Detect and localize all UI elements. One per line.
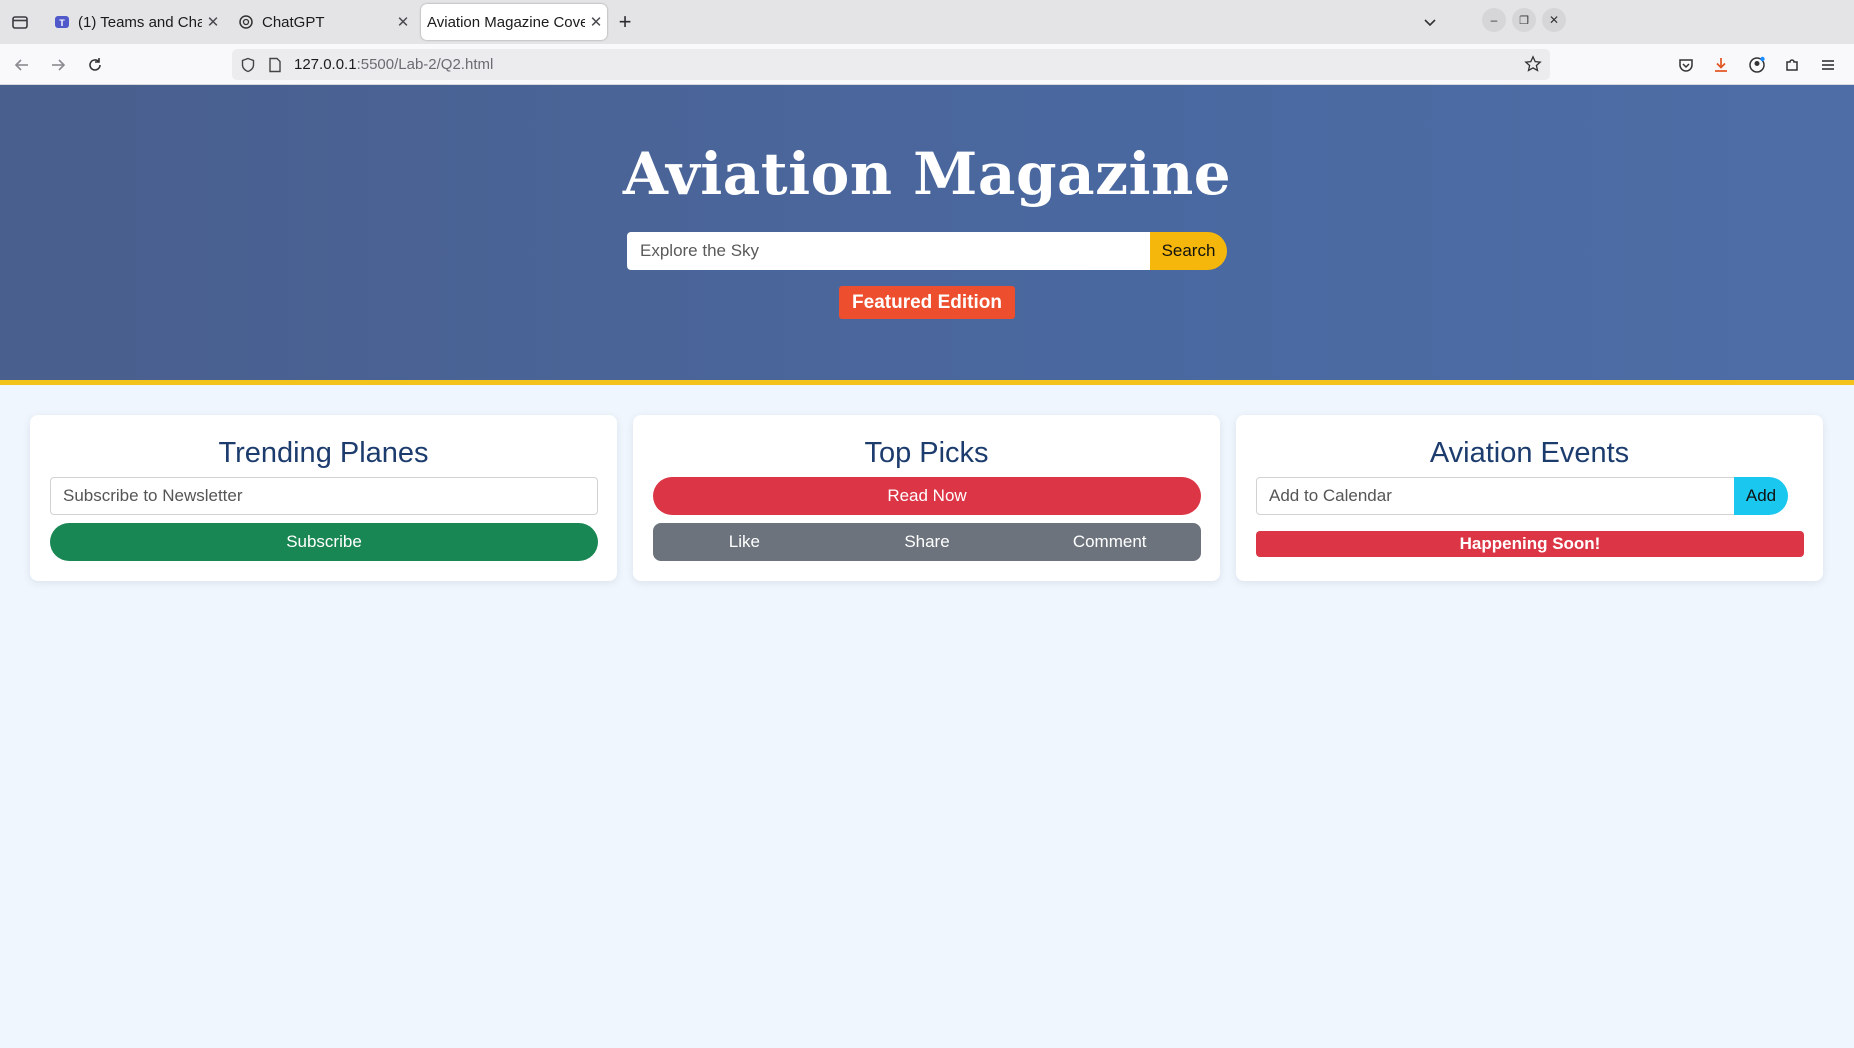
pocket-button[interactable]: [1672, 51, 1700, 79]
account-button[interactable]: [1743, 51, 1771, 79]
restore-window-button[interactable]: ❐: [1512, 8, 1536, 32]
browser-tab-strip: T (1) Teams and Channels | ✕ ChatGPT ✕ A…: [0, 0, 1854, 44]
account-icon: [1749, 56, 1765, 73]
close-tab-icon[interactable]: ✕: [392, 11, 414, 33]
close-icon: ✕: [1548, 13, 1560, 27]
tab-teams[interactable]: T (1) Teams and Channels | ✕: [46, 4, 224, 40]
hamburger-menu-icon: [1822, 60, 1834, 70]
read-now-button[interactable]: Read Now: [653, 477, 1201, 515]
tab-aviation-title: Aviation Magazine Cover: [427, 13, 585, 31]
tab-aviation-magazine[interactable]: Aviation Magazine Cover ✕: [421, 4, 607, 40]
trending-planes-heading: Trending Planes: [218, 437, 429, 469]
share-button[interactable]: Share: [836, 523, 1019, 561]
close-tab-icon[interactable]: ✕: [202, 11, 224, 33]
search-button[interactable]: Search: [1150, 232, 1227, 270]
aviation-events-heading: Aviation Events: [1429, 437, 1630, 469]
trending-planes-card: Trending Planes Subscribe: [30, 415, 617, 581]
top-picks-heading: Top Picks: [864, 437, 989, 469]
subscribe-button[interactable]: Subscribe: [50, 523, 598, 561]
arrow-left-icon: [14, 59, 28, 71]
chatgpt-icon: [239, 15, 253, 29]
minimize-window-button[interactable]: –: [1482, 8, 1506, 32]
minimize-icon: –: [1490, 13, 1498, 27]
address-bar[interactable]: 127.0.0.1:5500/Lab-2/Q2.html: [232, 49, 1550, 80]
magazine-title: Aviation Magazine: [622, 140, 1232, 208]
hero-search: Search: [627, 232, 1227, 270]
svg-text:T: T: [59, 18, 65, 28]
forward-button[interactable]: [44, 51, 72, 79]
url-text: 127.0.0.1:5500/Lab-2/Q2.html: [294, 56, 493, 73]
comment-button[interactable]: Comment: [1018, 523, 1201, 561]
shield-icon: [241, 57, 255, 73]
tab-teams-title: (1) Teams and Channels |: [78, 13, 202, 31]
url-host: 127.0.0.1: [294, 56, 357, 73]
page-icon: [269, 57, 281, 73]
tab-overview-button[interactable]: [6, 8, 34, 36]
hero-accent-line: [0, 380, 1854, 385]
extensions-button[interactable]: [1778, 51, 1806, 79]
top-picks-card: Top Picks Read Now Like Share Comment: [633, 415, 1220, 581]
calendar-input[interactable]: [1256, 477, 1736, 515]
aviation-events-card: Aviation Events Add Happening Soon!: [1236, 415, 1823, 581]
chevron-down-icon: [1424, 19, 1436, 27]
url-path: :5500/Lab-2/Q2.html: [356, 56, 494, 73]
plus-icon: +: [618, 9, 632, 34]
reload-button[interactable]: [81, 51, 109, 79]
newsletter-email-input[interactable]: [50, 477, 598, 515]
bookmark-star-icon[interactable]: [1524, 55, 1542, 73]
tab-list-dropdown[interactable]: [1416, 8, 1444, 36]
downloads-button[interactable]: [1707, 51, 1735, 79]
browser-navigation-bar: 127.0.0.1:5500/Lab-2/Q2.html: [0, 44, 1854, 85]
reload-icon: [89, 58, 101, 71]
new-tab-button[interactable]: +: [611, 8, 639, 36]
tab-chatgpt[interactable]: ChatGPT ✕: [232, 4, 414, 40]
puzzle-icon: [1786, 59, 1798, 71]
like-button[interactable]: Like: [653, 523, 836, 561]
restore-icon: ❐: [1519, 14, 1529, 27]
featured-edition-badge: Featured Edition: [839, 286, 1015, 319]
arrow-right-icon: [52, 59, 66, 71]
happening-soon-badge: Happening Soon!: [1256, 531, 1804, 557]
menu-button[interactable]: [1814, 51, 1842, 79]
close-tab-icon[interactable]: ✕: [585, 11, 607, 33]
actions-button-group: Like Share Comment: [653, 523, 1201, 561]
tab-chatgpt-title: ChatGPT: [262, 13, 325, 31]
pocket-icon: [1679, 59, 1693, 72]
search-input[interactable]: [627, 232, 1150, 270]
add-button[interactable]: Add: [1734, 477, 1788, 515]
tab-list-icon: [12, 16, 28, 29]
close-window-button[interactable]: ✕: [1542, 8, 1566, 32]
download-icon: [1715, 58, 1727, 72]
back-button[interactable]: [8, 51, 36, 79]
teams-icon: T: [55, 16, 69, 28]
